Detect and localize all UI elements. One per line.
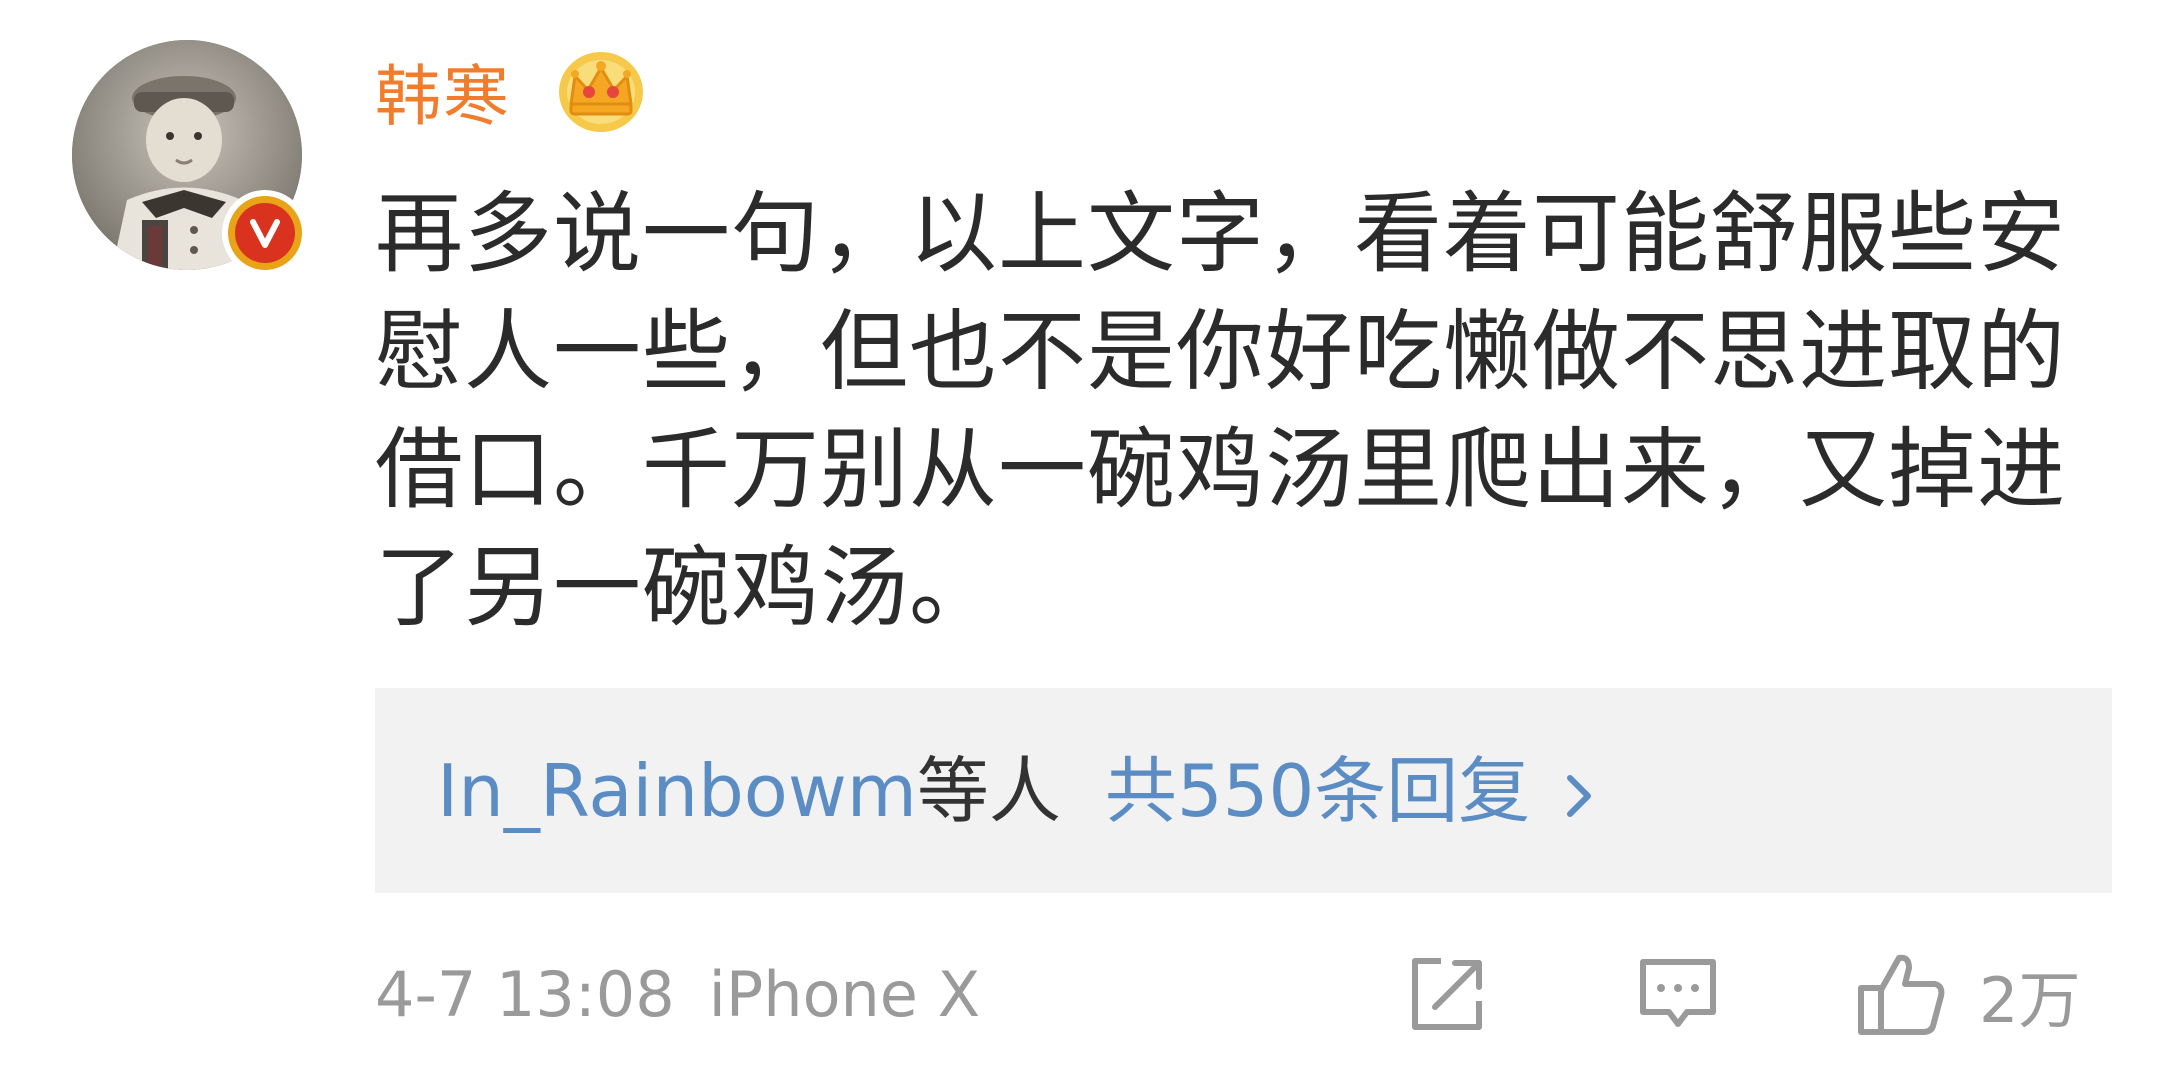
timestamp: 4-7 13:08 — [375, 958, 675, 1031]
share-icon — [1412, 958, 1482, 1030]
replies-summary[interactable]: In_Rainbowm等人 共550条回复 — [437, 746, 1600, 836]
comment-text: 再多说一句，以上文字，看着可能舒服些安慰人一些，但也不是你好吃懒做不思进取的借口… — [375, 182, 2067, 639]
device-label: iPhone X — [708, 958, 981, 1031]
comment-icon — [1640, 959, 1716, 1027]
reply-users-suffix: 等人 — [916, 749, 1061, 833]
crown-icon[interactable] — [555, 42, 647, 134]
thumbs-up-icon — [1858, 954, 1945, 1035]
chevron-right-icon[interactable] — [1560, 766, 1600, 826]
reply-count-link[interactable]: 共550条回复 — [1105, 749, 1530, 833]
replies-panel[interactable]: In_Rainbowm等人 共550条回复 — [375, 688, 2112, 893]
reply-users-link[interactable]: In_Rainbowm — [437, 749, 917, 833]
share-button[interactable] — [1405, 950, 1489, 1040]
comment-button[interactable] — [1635, 950, 1721, 1040]
like-count: 2万 — [1979, 964, 2081, 1037]
verified-v-icon — [222, 190, 308, 276]
username[interactable]: 韩寒 — [375, 52, 511, 142]
comment-meta: 4-7 13:08 iPhone X — [375, 955, 980, 1035]
like-button[interactable]: 2万 — [1855, 950, 2080, 1040]
avatar-container[interactable] — [72, 40, 308, 276]
